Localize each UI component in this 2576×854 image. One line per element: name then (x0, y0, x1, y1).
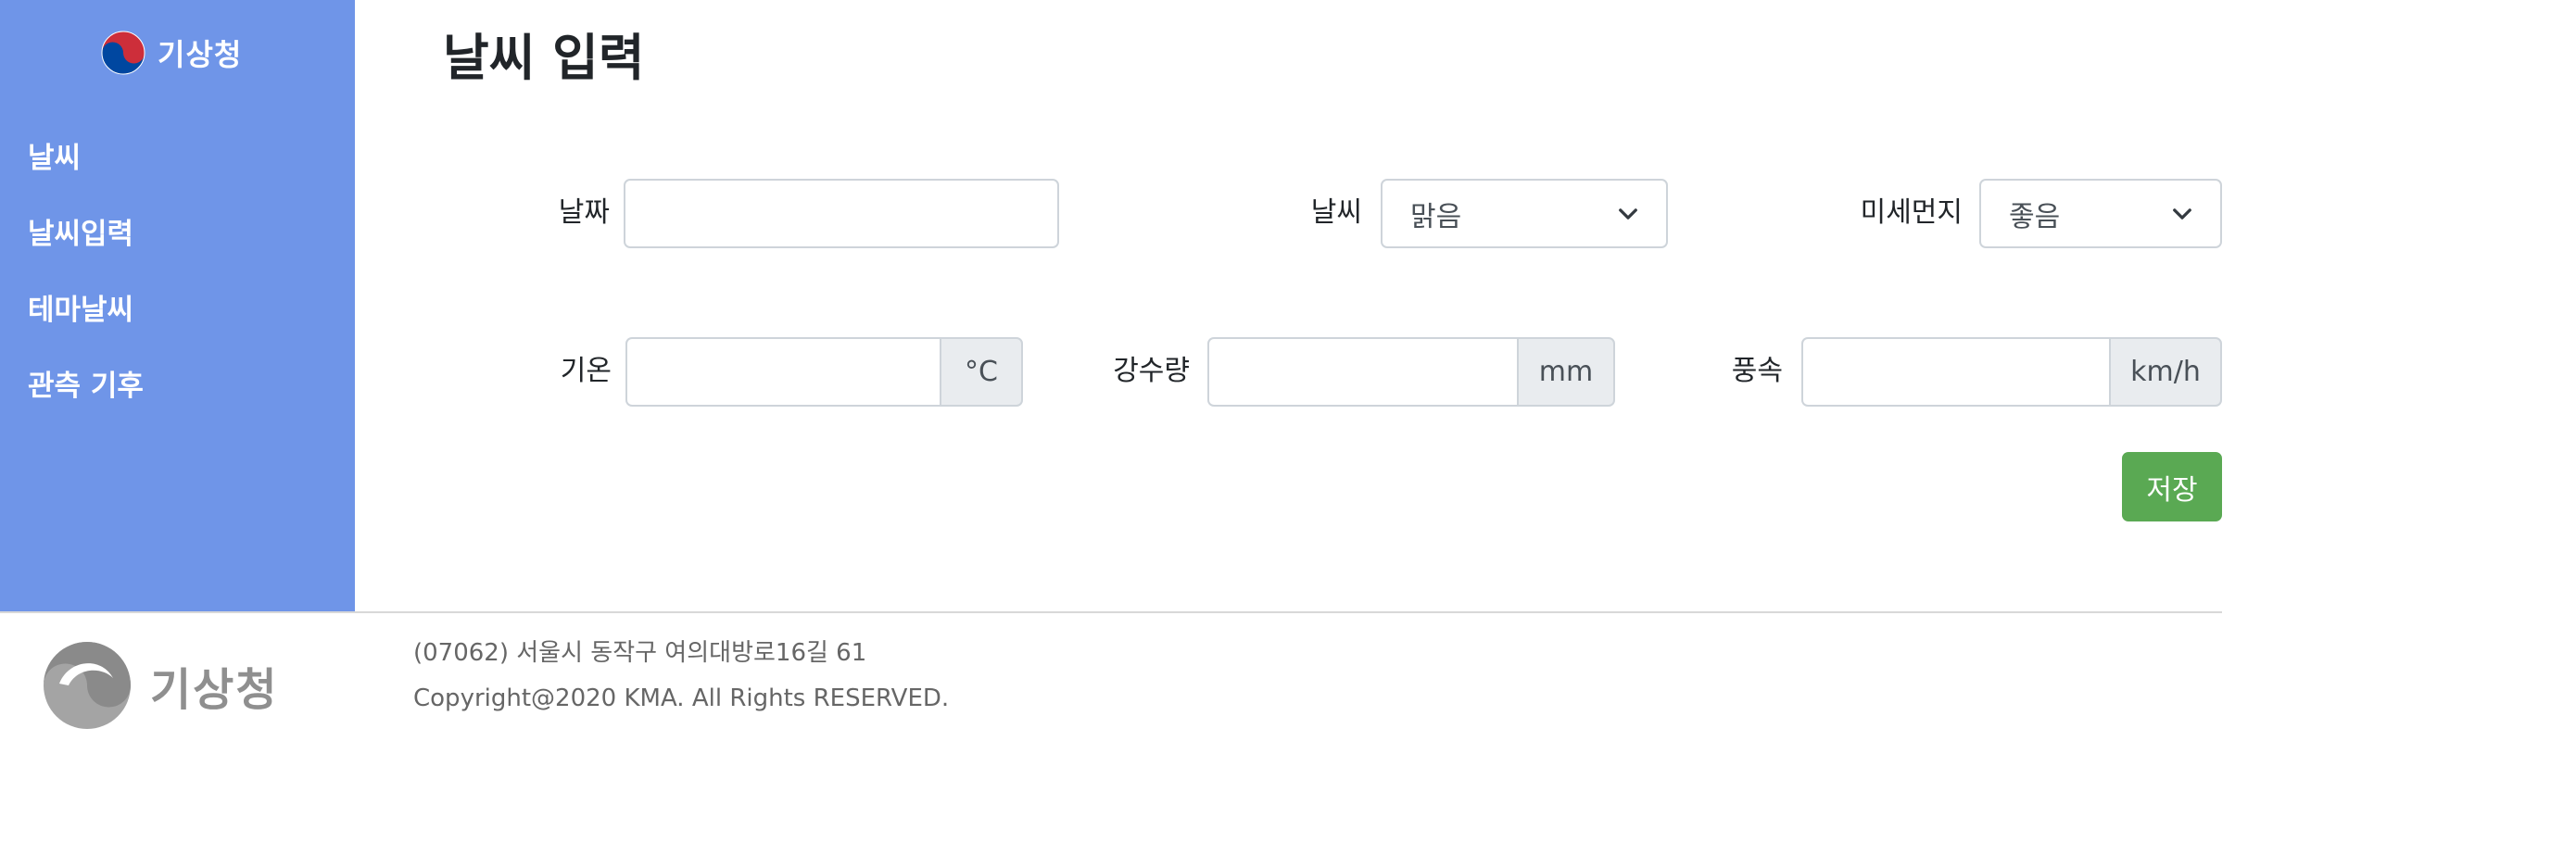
wind-speed-label: 풍속 (1731, 355, 1783, 387)
sidebar-item-observation-climate[interactable]: 관측 기후 (28, 362, 144, 438)
brand[interactable]: 기상청 (100, 26, 242, 80)
rainfall-label: 강수량 (1113, 355, 1190, 387)
save-button[interactable]: 저장 (2122, 452, 2222, 521)
weather-select[interactable]: 맑음 (1381, 179, 1668, 248)
weather-select-value: 맑음 (1410, 200, 1462, 233)
kma-logo-gray-icon (44, 642, 131, 729)
sidebar-item-weather[interactable]: 날씨 (28, 134, 144, 210)
footer-copyright: Copyright@2020 KMA. All Rights RESERVED. (413, 684, 950, 712)
date-input[interactable] (624, 179, 1059, 248)
dust-select-value: 좋음 (2009, 200, 2061, 233)
temperature-unit: °C (940, 337, 1023, 407)
temperature-label: 기온 (560, 355, 612, 387)
chevron-down-icon (1619, 207, 1637, 220)
sidebar-nav: 날씨 날씨입력 테마날씨 관측 기후 (28, 134, 144, 438)
wind-speed-unit: km/h (2109, 337, 2222, 407)
sidebar-item-weather-input[interactable]: 날씨입력 (28, 210, 144, 286)
rainfall-unit: mm (1517, 337, 1615, 407)
sidebar-item-theme-weather[interactable]: 테마날씨 (28, 286, 144, 362)
rainfall-input[interactable] (1207, 337, 1517, 407)
temperature-input[interactable] (625, 337, 940, 407)
rainfall-input-group: mm (1207, 337, 1615, 407)
wind-speed-input[interactable] (1801, 337, 2109, 407)
dust-label: 미세먼지 (1860, 196, 1963, 229)
sidebar: 기상청 날씨 날씨입력 테마날씨 관측 기후 (0, 0, 355, 612)
footer-divider (0, 611, 2222, 613)
weather-label: 날씨 (1310, 196, 1362, 229)
date-label: 날짜 (558, 196, 610, 229)
dust-select[interactable]: 좋음 (1979, 179, 2222, 248)
page-title: 날씨 입력 (443, 29, 645, 87)
brand-name: 기상청 (158, 37, 243, 72)
footer-logo: 기상청 (41, 639, 278, 732)
footer-address: (07062) 서울시 동작구 여의대방로16길 61 (413, 639, 867, 667)
chevron-down-icon (2173, 207, 2191, 220)
footer-logo-text: 기상청 (150, 664, 279, 716)
wind-speed-input-group: km/h (1801, 337, 2222, 407)
temperature-input-group: °C (625, 337, 1023, 407)
kma-logo-icon (101, 31, 145, 75)
